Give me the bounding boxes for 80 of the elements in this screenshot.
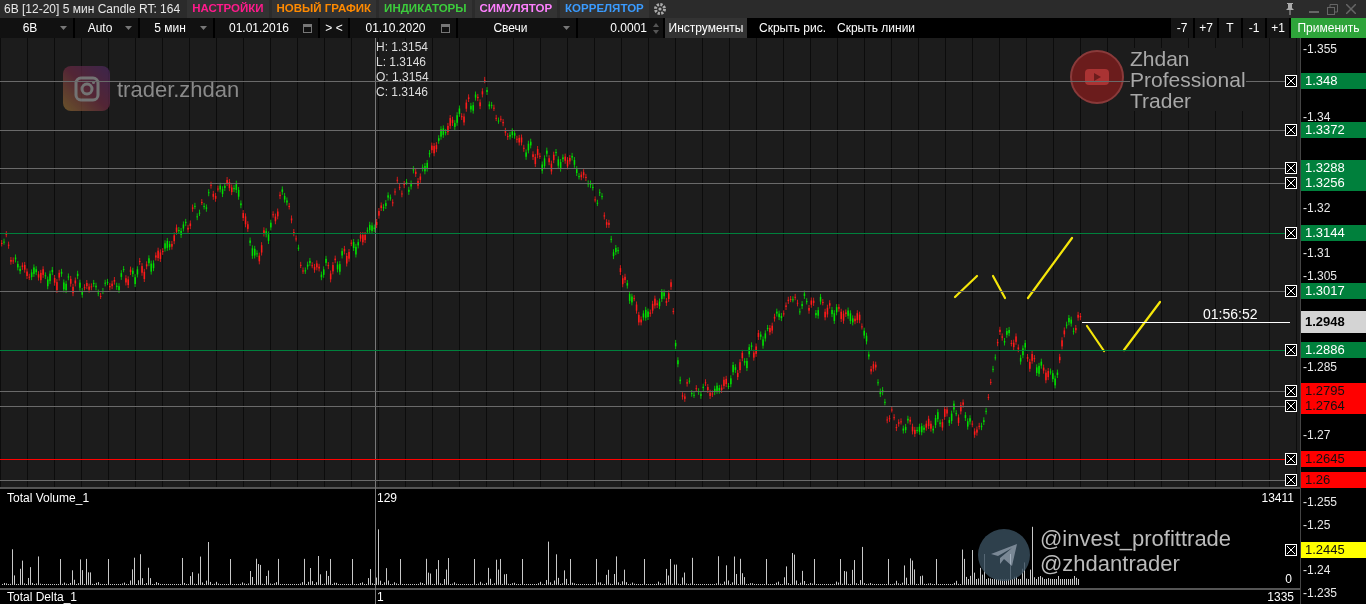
caret-icon (60, 26, 67, 30)
tools-button[interactable]: Инструменты (665, 18, 747, 38)
ohlc-value: O: 1.3154 (376, 70, 429, 85)
countdown-timer: 01:56:52 (1203, 305, 1258, 324)
max-value: 13411 (1261, 490, 1294, 507)
watermark-text: Zhdan (1130, 48, 1246, 69)
play-logo-icon (1070, 50, 1124, 104)
price-level-label: 1.2645 (1301, 451, 1366, 468)
step-button[interactable]: +7 (1195, 18, 1217, 38)
caret-icon (125, 26, 132, 30)
price-level-label: 1.3372 (1301, 122, 1366, 139)
cursor-value: 1 (377, 590, 384, 604)
price-level-label: 1.2445 (1301, 542, 1366, 558)
watermark-text: Trader (1130, 90, 1246, 111)
step-button[interactable]: T (1219, 18, 1241, 38)
menu-tab[interactable]: ИНДИКАТОРЫ (379, 0, 472, 18)
panel-title: Total Delta_1 (7, 590, 78, 604)
timeframe-dropdown[interactable]: 5 мин (140, 18, 213, 38)
toolbar-link[interactable]: Скрыть рис. (759, 19, 826, 37)
telegram-icon (978, 529, 1030, 581)
min-value: 0 (1285, 571, 1292, 588)
axis-label: -1.31 (1303, 247, 1331, 260)
delete-level-button[interactable] (1285, 124, 1297, 137)
calendar-icon[interactable] (303, 23, 312, 33)
calendar-icon[interactable] (441, 23, 450, 33)
axis-label: -1.25 (1303, 519, 1331, 532)
settings-icon[interactable] (652, 2, 667, 16)
toolbar-link[interactable]: Скрыть линии (837, 19, 916, 37)
caret-icon (563, 26, 570, 30)
restore-icon[interactable] (1327, 3, 1338, 15)
step-button[interactable]: -1 (1243, 18, 1265, 38)
date-field[interactable]: 01.01.2016 (215, 18, 318, 38)
menu-tab[interactable]: СИМУЛЯТОР (474, 0, 558, 18)
date-field[interactable]: 01.10.2020 (350, 18, 456, 38)
price-level-label: 1.3144 (1301, 225, 1366, 242)
axis-label: -1.34 (1303, 111, 1331, 124)
axis-label: -1.32 (1303, 202, 1331, 214)
price-level-label: 1.348 (1301, 73, 1366, 90)
delete-level-button[interactable] (1285, 227, 1297, 240)
tick-size-spinner[interactable]: 0.0001 (578, 18, 663, 38)
delete-level-button[interactable] (1285, 544, 1297, 556)
delete-level-button[interactable] (1285, 344, 1297, 357)
max-value: 1335 (1267, 590, 1294, 604)
pin-icon[interactable] (1285, 3, 1295, 15)
caret-icon (200, 26, 207, 30)
price-level-label: 1.2886 (1301, 342, 1366, 359)
watermark-text: trader.zhdan (117, 77, 240, 103)
cursor-value: 129 (377, 490, 398, 507)
trend-line-drawing[interactable] (953, 236, 1162, 353)
symbol-dropdown[interactable]: 6B (0, 18, 73, 38)
ohlc-value: C: 1.3146 (376, 85, 429, 100)
axis-label: -1.24 (1303, 564, 1331, 577)
step-button[interactable]: +1 (1267, 18, 1289, 38)
instagram-icon (63, 66, 110, 111)
price-level-label: 1.3288 (1301, 160, 1366, 177)
delete-level-button[interactable] (1285, 75, 1297, 88)
delete-level-button[interactable] (1285, 385, 1297, 398)
step-button[interactable]: -7 (1171, 18, 1193, 38)
menu-tab[interactable]: НОВЫЙ ГРАФИК (271, 0, 377, 18)
watermark-text: Professional (1130, 69, 1246, 90)
axis-label: -1.255 (1303, 496, 1338, 509)
axis-label: -1.285 (1303, 360, 1338, 373)
current-price-label: 1.2948 (1301, 311, 1366, 334)
axis-label: -1.27 (1303, 428, 1331, 441)
ohlc-value: L: 1.3146 (376, 55, 428, 70)
menu-tab[interactable]: КОРРЕЛЯТОР (560, 0, 649, 18)
window-title: 6B [12-20] 5 мин Candle RT: 164 (3, 1, 182, 18)
close-icon[interactable] (1346, 4, 1356, 14)
axis-label: -1.355 (1303, 43, 1338, 56)
price-level-label: 1.2795 (1301, 383, 1366, 400)
ohlc-value: H: 1.3154 (376, 40, 429, 55)
axis-label: -1.235 (1303, 587, 1338, 600)
range-button[interactable]: > < (320, 18, 348, 38)
axis-label: -1.305 (1303, 269, 1338, 282)
panel-title: Total Volume_1 (7, 490, 90, 507)
mode-dropdown[interactable]: Auto (75, 18, 138, 38)
delete-level-button[interactable] (1285, 453, 1297, 466)
chart-type-dropdown[interactable]: Свечи (458, 18, 576, 38)
delete-level-button[interactable] (1285, 162, 1297, 175)
spinner-arrows-icon[interactable] (653, 22, 659, 34)
